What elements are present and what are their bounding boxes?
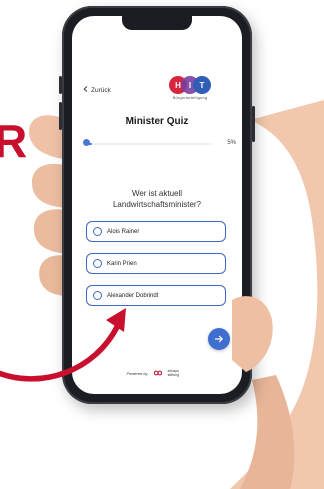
phone-side-button bbox=[59, 76, 62, 94]
phone-side-button bbox=[252, 106, 255, 142]
logo-subtitle: Bürgerbeteiligung bbox=[172, 95, 208, 100]
progress-bar bbox=[86, 143, 212, 145]
chevron-left-icon bbox=[83, 86, 88, 94]
powered-by: Powered by infosys stiftung bbox=[112, 366, 202, 380]
answer-label: Karin Prien bbox=[107, 260, 137, 267]
powered-by-label: Powered by bbox=[126, 370, 148, 376]
stage: R Zurück H I T Bürgerbeteiligung Ministe… bbox=[0, 0, 324, 489]
logo-letter: T bbox=[200, 81, 205, 90]
radio-circle-icon[interactable] bbox=[93, 291, 102, 300]
back-link[interactable]: Zurück bbox=[83, 86, 111, 94]
logo-letter: H bbox=[175, 81, 181, 90]
back-label: Zurück bbox=[91, 86, 111, 94]
radio-circle-icon[interactable] bbox=[93, 227, 102, 236]
radio-circle-icon[interactable] bbox=[93, 259, 102, 268]
answer-option[interactable]: Alois Rainer bbox=[86, 221, 226, 242]
answer-label: Alexander Dobrindt bbox=[107, 292, 159, 299]
phone-notch bbox=[122, 16, 192, 30]
powered-by-org: infosys stiftung bbox=[168, 369, 188, 377]
phone-frame: Zurück H I T Bürgerbeteiligung Minister … bbox=[59, 6, 255, 404]
logo-letter: I bbox=[189, 81, 191, 90]
answer-label: Alois Rainer bbox=[107, 228, 140, 235]
infinity-logo-icon bbox=[153, 370, 162, 376]
hit-logo: H I T Bürgerbeteiligung bbox=[166, 74, 214, 102]
next-button[interactable] bbox=[208, 328, 230, 350]
answer-option[interactable]: Karin Prien bbox=[86, 253, 226, 274]
answer-option[interactable]: Alexander Dobrindt bbox=[86, 285, 226, 306]
arrow-right-icon bbox=[214, 335, 224, 343]
org-line2: stiftung bbox=[167, 373, 180, 377]
progress-dot bbox=[83, 139, 90, 146]
progress-percent: 5% bbox=[227, 140, 236, 146]
question-text: Wer ist aktuell Landwirtschaftsminister? bbox=[112, 189, 202, 209]
quiz-title: Minister Quiz bbox=[125, 116, 189, 127]
hit-logo-mark: H I T bbox=[169, 76, 211, 94]
phone-side-button bbox=[59, 102, 62, 130]
phone-screen: Zurück H I T Bürgerbeteiligung Minister … bbox=[72, 16, 242, 394]
